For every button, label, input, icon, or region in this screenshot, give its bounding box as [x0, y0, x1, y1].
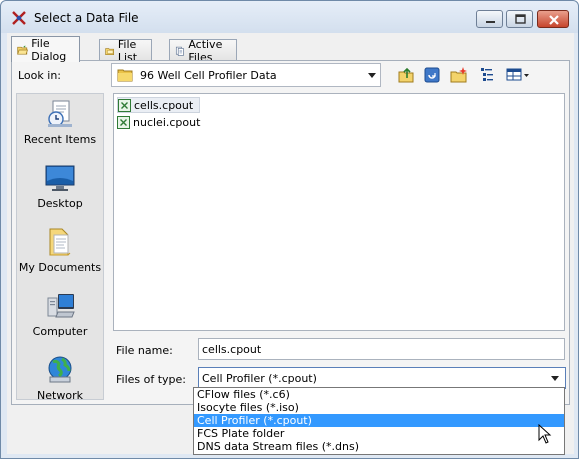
place-label: Computer [32, 325, 88, 338]
file-list[interactable]: cells.cpout nuclei.cpout [113, 93, 565, 331]
files-icon [175, 46, 184, 56]
tab-file-dialog[interactable]: File Dialog [11, 36, 81, 63]
tab-label: File Dialog [31, 36, 67, 63]
desktop-icon[interactable] [422, 65, 442, 85]
desktop-icon [45, 165, 75, 191]
files-of-type-dropdown: CFlow files (*.c6) Isocyte files (*.iso)… [193, 387, 565, 455]
new-folder-icon[interactable] [449, 65, 469, 85]
list-item[interactable]: nuclei.cpout [117, 114, 206, 130]
minimize-button[interactable] [476, 10, 503, 28]
folder-open-icon [17, 44, 28, 55]
tab-file-list[interactable]: File List [99, 38, 153, 64]
look-in-combo[interactable]: 96 Well Cell Profiler Data [111, 63, 381, 87]
place-network[interactable]: Network [17, 354, 103, 416]
places-bar: Recent Items Desktop My Documents Comput… [16, 93, 104, 402]
place-label: Desktop [37, 197, 83, 210]
files-of-type-value: Cell Profiler (*.cpout) [202, 372, 317, 385]
file-name-input[interactable]: cells.cpout [198, 338, 565, 360]
file-name: nuclei.cpout [133, 115, 201, 129]
chevron-down-icon[interactable] [368, 73, 376, 78]
folder-icon [105, 47, 114, 55]
excel-file-icon [117, 115, 130, 129]
file-name-label: File name: [116, 344, 173, 357]
window-title: Select a Data File [34, 11, 139, 25]
look-in-label: Look in: [18, 69, 61, 82]
dropdown-option[interactable]: FCS Plate folder [194, 427, 564, 440]
place-computer[interactable]: Computer [17, 290, 103, 352]
files-of-type-combo[interactable]: Cell Profiler (*.cpout) [198, 367, 566, 389]
close-button[interactable] [537, 10, 569, 28]
network-icon [48, 356, 72, 383]
place-my-documents[interactable]: My Documents [17, 226, 103, 288]
dropdown-option[interactable]: Isocyte files (*.iso) [194, 401, 564, 414]
my-documents-icon [49, 228, 71, 256]
tab-active-files[interactable]: Active Files [169, 38, 238, 64]
recent-items-icon [48, 100, 72, 127]
place-recent-items[interactable]: Recent Items [17, 98, 103, 160]
folder-icon [117, 69, 133, 82]
file-dialog-window: Select a Data File File Dialog File List… [0, 0, 579, 459]
close-icon [549, 15, 559, 25]
computer-icon [47, 294, 75, 318]
file-name: cells.cpout [134, 98, 194, 112]
app-icon [12, 11, 26, 25]
mouse-pointer-icon [538, 424, 552, 444]
excel-file-icon [118, 98, 131, 112]
maximize-button[interactable] [506, 10, 533, 28]
place-label: My Documents [18, 261, 102, 274]
chevron-down-icon[interactable] [551, 376, 559, 381]
place-desktop[interactable]: Desktop [17, 162, 103, 224]
minimize-icon [486, 21, 495, 23]
dropdown-option[interactable]: CFlow files (*.c6) [194, 388, 564, 401]
details-view-icon[interactable] [505, 65, 531, 85]
dropdown-option-highlighted[interactable]: Cell Profiler (*.cpout) [194, 414, 564, 427]
maximize-icon [515, 14, 526, 24]
dropdown-option[interactable]: DNS data Stream files (*.dns) [194, 440, 564, 453]
file-dialog-panel: Look in: 96 Well Cell Profiler Data Rece… [11, 60, 570, 405]
files-of-type-label: Files of type: [116, 373, 187, 386]
place-label: Recent Items [23, 133, 97, 146]
up-folder-icon[interactable] [396, 65, 416, 85]
look-in-value: 96 Well Cell Profiler Data [140, 68, 277, 82]
list-view-icon[interactable] [477, 65, 497, 85]
place-label: Network [37, 389, 83, 402]
title-bar[interactable]: Select a Data File [1, 1, 578, 33]
list-item[interactable]: cells.cpout [117, 97, 201, 113]
